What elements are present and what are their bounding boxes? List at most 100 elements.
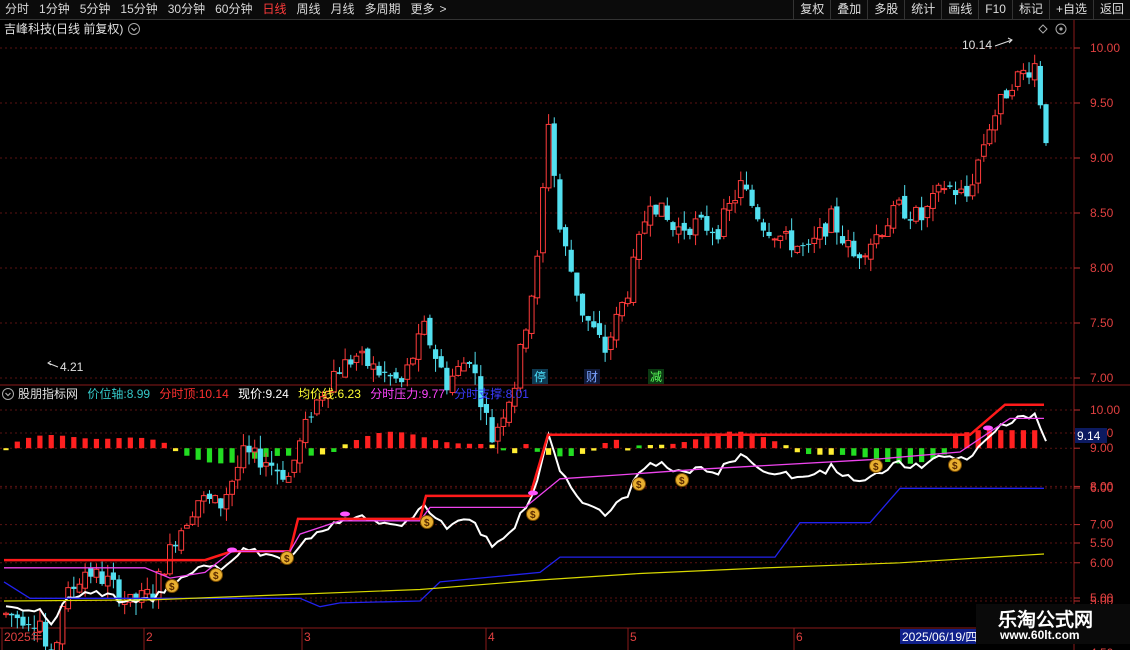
legend-price-label: 现价: (238, 387, 265, 401)
stock-chart[interactable]: $ $ $ $ $ $ $ $ $ 10.00 9.50 9.00 8.50 8.00 7.50 7.00 6… (0, 0, 1130, 650)
histogram-bar (670, 443, 676, 449)
candle-body (53, 642, 60, 650)
money-bag-icon-glyph: $ (636, 480, 642, 491)
candle-body (528, 295, 535, 334)
y-tick-label: 4.50 (1090, 646, 1114, 650)
event-marker-finance[interactable]: 财 (584, 369, 600, 384)
candle-body (229, 480, 235, 495)
histogram-bar (534, 448, 540, 452)
candle-body (890, 205, 897, 229)
candle-body (218, 498, 224, 509)
candle-body (964, 185, 970, 197)
histogram-bar (274, 448, 280, 456)
indicator-dropdown-icon[interactable] (2, 388, 14, 400)
candle-body (568, 249, 574, 272)
candle-body (359, 350, 365, 354)
candle-body (20, 616, 26, 626)
x-tick-label: 5 (630, 630, 637, 644)
pressure-dot (528, 490, 538, 496)
histogram-bar (139, 437, 145, 449)
candle-body (986, 129, 993, 145)
histogram-bar (794, 448, 800, 453)
histogram-bar (862, 448, 868, 458)
candle-body (274, 469, 280, 472)
histogram-bar (1020, 430, 1026, 449)
histogram-bar (376, 433, 382, 449)
candle-body (958, 188, 965, 194)
candle-body (336, 372, 343, 374)
candle-body (687, 228, 693, 235)
candle-body (455, 366, 462, 376)
candle-body (189, 516, 196, 525)
title-dropdown-icon[interactable] (128, 23, 140, 35)
candle-body (737, 180, 744, 199)
candle-body (263, 462, 269, 467)
y-tick-label: 8.00 (1090, 479, 1114, 493)
candle-body (952, 190, 959, 196)
time-axis: 2025年 2 3 4 5 6 (1, 628, 803, 650)
candle-body (144, 588, 151, 595)
histogram-bar (952, 435, 959, 449)
candle-body (641, 221, 648, 234)
settings-icon[interactable] (1055, 23, 1067, 35)
histogram-bar (636, 445, 642, 449)
candle-body (997, 93, 1004, 115)
candle-body (794, 245, 801, 253)
candle-body (438, 356, 444, 368)
candle-body (178, 530, 185, 551)
candle-body (732, 200, 739, 204)
candle-body (376, 365, 382, 376)
candle-body (365, 348, 371, 366)
candle-body (941, 188, 948, 191)
histogram-bar (48, 435, 54, 449)
candle-body (506, 401, 512, 423)
histogram-bar (647, 445, 653, 449)
event-marker-reduce[interactable]: 减 (648, 369, 664, 384)
candle-body (302, 418, 309, 444)
y-tick-label: 7.50 (1090, 316, 1114, 330)
legend-top-value: 10.14 (199, 387, 229, 401)
legend-price-axis-label: 价位轴: (87, 386, 126, 401)
candle-body (280, 469, 286, 480)
x-tick-label: 6 (796, 630, 803, 644)
candle-body (789, 230, 795, 251)
candle-body (720, 208, 727, 237)
diamond-icon[interactable] (1038, 24, 1048, 34)
x-tick-label: 2 (146, 630, 153, 644)
candle-body (82, 571, 89, 589)
top-line (4, 403, 1044, 562)
candle-body (839, 236, 846, 244)
candle-body (99, 571, 105, 584)
candle-body (624, 297, 631, 305)
candle-body (715, 229, 721, 240)
candle-body (1037, 65, 1043, 106)
candle-body (902, 195, 908, 219)
histogram-bar (851, 448, 857, 456)
candle-body (404, 364, 411, 380)
candle-body (353, 355, 360, 363)
date-cursor-label: 2025/06/19/四 (900, 629, 978, 644)
histogram-bar (806, 448, 812, 455)
candle-body (1003, 90, 1010, 99)
histogram-bar (591, 448, 597, 451)
candle-body (399, 378, 405, 383)
legend-support-label: 分时支撑: (454, 386, 505, 401)
y-tick-label: 7.00 (1090, 518, 1114, 532)
histogram-bar (331, 448, 337, 452)
histogram-bar (150, 439, 156, 449)
candle-body (251, 447, 258, 453)
histogram-bar (512, 448, 518, 454)
histogram-bar (704, 436, 710, 449)
candle-body (415, 333, 422, 360)
y-tick-label: 8.50 (1090, 206, 1114, 220)
event-marker-halt[interactable]: 停 (532, 369, 548, 384)
candle-body (393, 372, 399, 379)
candle-body (9, 613, 15, 616)
legend-top-label: 分时顶: (159, 387, 198, 401)
candle-body (777, 235, 784, 241)
candle-body (975, 159, 982, 184)
histogram-bar (557, 448, 563, 457)
histogram-bar (783, 445, 789, 449)
candle-body (834, 206, 840, 233)
candle-body (755, 207, 761, 220)
